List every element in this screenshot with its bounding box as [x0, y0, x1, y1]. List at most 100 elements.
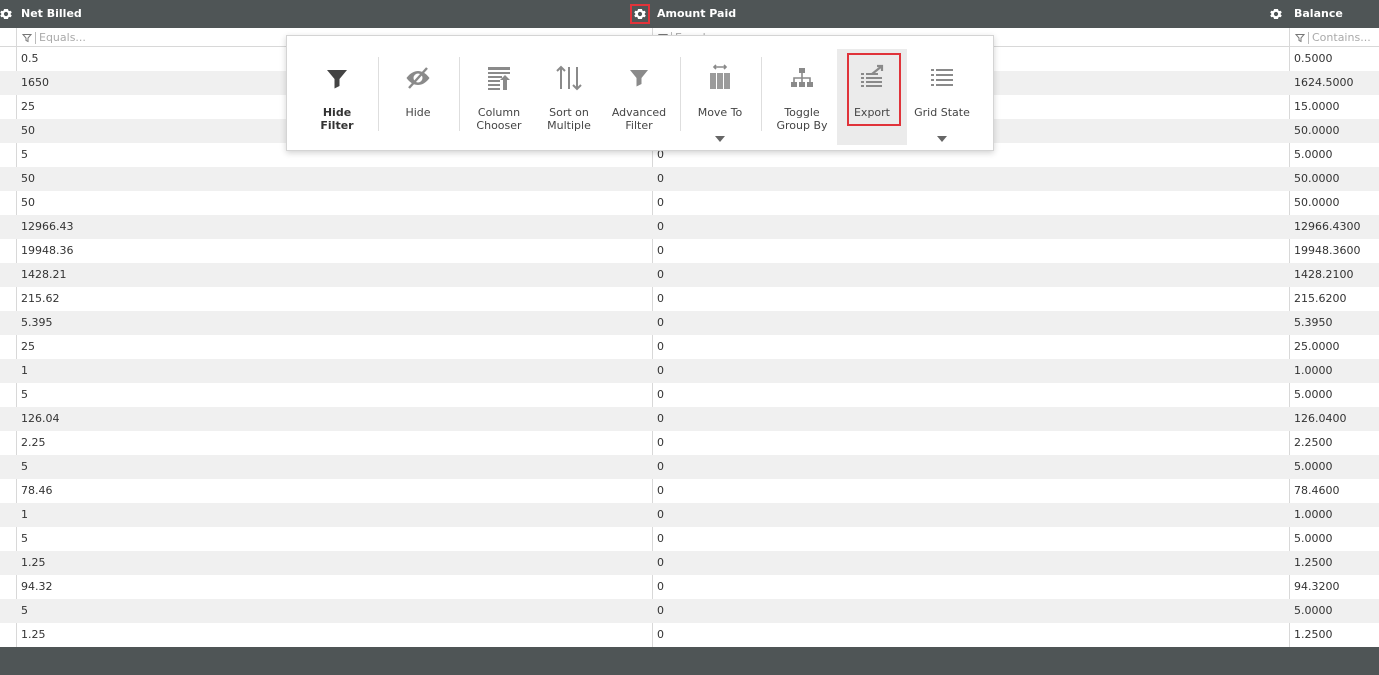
menu-separator: [459, 57, 460, 131]
table-cell-balance: 19948.3600: [1294, 244, 1361, 257]
column-header-net-billed[interactable]: Net Billed: [16, 0, 652, 28]
table-row[interactable]: 1428.21 0 1428.2100: [0, 263, 1379, 287]
table-cell-balance: 50.0000: [1294, 124, 1340, 137]
table-row[interactable]: 5.395 0 5.3950: [0, 311, 1379, 335]
table-row[interactable]: 126.04 0 126.0400: [0, 407, 1379, 431]
filter-funnel-icon[interactable]: [1295, 33, 1305, 43]
table-cell-balance: 126.0400: [1294, 412, 1347, 425]
table-cell-net-billed: 50: [21, 196, 35, 209]
table-cell-net-billed: 1428.21: [21, 268, 67, 281]
table-cell-balance: 94.3200: [1294, 580, 1340, 593]
column-options-gear-icon[interactable]: [630, 4, 650, 24]
menu-item-hide[interactable]: Hide: [388, 49, 448, 145]
table-cell-balance: 5.0000: [1294, 604, 1333, 617]
table-cell-amount-paid: 0: [657, 268, 664, 281]
table-cell-amount-paid: 0: [657, 580, 664, 593]
table-cell-net-billed: 1: [21, 364, 28, 377]
table-cell-net-billed: 5: [21, 460, 28, 473]
table-cell-balance: 15.0000: [1294, 100, 1340, 113]
menu-item-sort-on-multiple[interactable]: Sort on Multiple: [539, 49, 599, 145]
table-row[interactable]: 5 0 5.0000: [0, 455, 1379, 479]
table-row[interactable]: 25 0 25.0000: [0, 335, 1379, 359]
table-cell-balance: 1.0000: [1294, 508, 1333, 521]
filter-placeholder: Equals...: [39, 31, 86, 44]
table-cell-net-billed: 0.5: [21, 52, 39, 65]
table-cell-amount-paid: 0: [657, 292, 664, 305]
menu-item-label: Hide Filter: [320, 106, 354, 132]
table-cell-net-billed: 1.25: [21, 628, 46, 641]
column-chooser-icon: [482, 61, 516, 95]
table-row[interactable]: 5 0 5.0000: [0, 527, 1379, 551]
table-cell-net-billed: 1650: [21, 76, 49, 89]
table-cell-amount-paid: 0: [657, 172, 664, 185]
hierarchy-icon: [785, 61, 819, 95]
column-title: Amount Paid: [657, 7, 737, 20]
sort-arrows-icon: [552, 61, 586, 95]
table-cell-balance: 50.0000: [1294, 196, 1340, 209]
table-cell-net-billed: 5: [21, 148, 28, 161]
table-row[interactable]: 50 0 50.0000: [0, 191, 1379, 215]
menu-item-label: Hide: [405, 106, 431, 119]
eye-slash-icon: [401, 61, 435, 95]
menu-item-label: Column Chooser: [476, 106, 522, 132]
table-cell-amount-paid: 0: [657, 460, 664, 473]
menu-separator: [680, 57, 681, 131]
table-row[interactable]: 2.25 0 2.2500: [0, 431, 1379, 455]
table-row[interactable]: 215.62 0 215.6200: [0, 287, 1379, 311]
table-cell-amount-paid: 0: [657, 316, 664, 329]
list-icon: [925, 61, 959, 95]
table-row[interactable]: 78.46 0 78.4600: [0, 479, 1379, 503]
table-row[interactable]: 1.25 0 1.2500: [0, 551, 1379, 575]
table-cell-balance: 78.4600: [1294, 484, 1340, 497]
menu-item-toggle-group-by[interactable]: Toggle Group By: [771, 49, 833, 145]
filter-funnel-icon[interactable]: [22, 33, 32, 43]
table-cell-amount-paid: 0: [657, 196, 664, 209]
table-cell-amount-paid: 0: [657, 244, 664, 257]
column-header-balance[interactable]: Balance: [1289, 0, 1379, 28]
row-selector-gear-icon[interactable]: [0, 8, 12, 20]
table-cell-balance: 1.0000: [1294, 364, 1333, 377]
column-title: Net Billed: [21, 7, 82, 20]
table-cell-net-billed: 12966.43: [21, 220, 74, 233]
menu-item-label: Sort on Multiple: [547, 106, 591, 132]
table-cell-amount-paid: 0: [657, 436, 664, 449]
table-row[interactable]: 12966.43 0 12966.4300: [0, 215, 1379, 239]
menu-separator: [761, 57, 762, 131]
table-cell-balance: 1428.2100: [1294, 268, 1354, 281]
menu-item-export[interactable]: Export: [837, 49, 907, 145]
table-cell-net-billed: 94.32: [21, 580, 53, 593]
chevron-down-icon: [937, 136, 947, 142]
menu-item-grid-state[interactable]: Grid State: [911, 49, 973, 145]
table-row[interactable]: 5 0 5.0000: [0, 599, 1379, 623]
table-cell-balance: 5.0000: [1294, 532, 1333, 545]
table-cell-amount-paid: 0: [657, 340, 664, 353]
table-cell-net-billed: 1: [21, 508, 28, 521]
table-row[interactable]: 19948.36 0 19948.3600: [0, 239, 1379, 263]
table-cell-amount-paid: 0: [657, 484, 664, 497]
grid-footer: [0, 647, 1379, 675]
table-row[interactable]: 1 0 1.0000: [0, 503, 1379, 527]
table-cell-net-billed: 5.395: [21, 316, 53, 329]
menu-item-move-to[interactable]: Move To: [690, 49, 750, 145]
menu-item-label: Export: [853, 106, 890, 119]
table-cell-amount-paid: 0: [657, 412, 664, 425]
filter-placeholder: Contains...: [1312, 31, 1371, 44]
table-row[interactable]: 50 0 50.0000: [0, 167, 1379, 191]
menu-item-column-chooser[interactable]: Column Chooser: [469, 49, 529, 145]
data-grid: Net Billed Amount Paid Balance Equals...: [0, 0, 1379, 675]
table-row[interactable]: 1 0 1.0000: [0, 359, 1379, 383]
table-row[interactable]: 5 0 5.0000: [0, 383, 1379, 407]
menu-item-label: Advanced Filter: [611, 106, 667, 132]
table-cell-balance: 1.2500: [1294, 628, 1333, 641]
column-options-gear-icon[interactable]: [1270, 8, 1282, 20]
table-row[interactable]: 94.32 0 94.3200: [0, 575, 1379, 599]
table-row[interactable]: 1.25 0 1.2500: [0, 623, 1379, 647]
table-cell-amount-paid: 0: [657, 604, 664, 617]
table-cell-amount-paid: 0: [657, 508, 664, 521]
menu-item-advanced-filter[interactable]: Advanced Filter: [609, 49, 669, 145]
column-header-amount-paid[interactable]: Amount Paid: [652, 0, 1289, 28]
table-cell-net-billed: 19948.36: [21, 244, 74, 257]
menu-item-hide-filter[interactable]: Hide Filter: [307, 49, 367, 145]
filter-input-balance[interactable]: Contains...: [1295, 30, 1377, 45]
filter-separator: [35, 31, 36, 44]
